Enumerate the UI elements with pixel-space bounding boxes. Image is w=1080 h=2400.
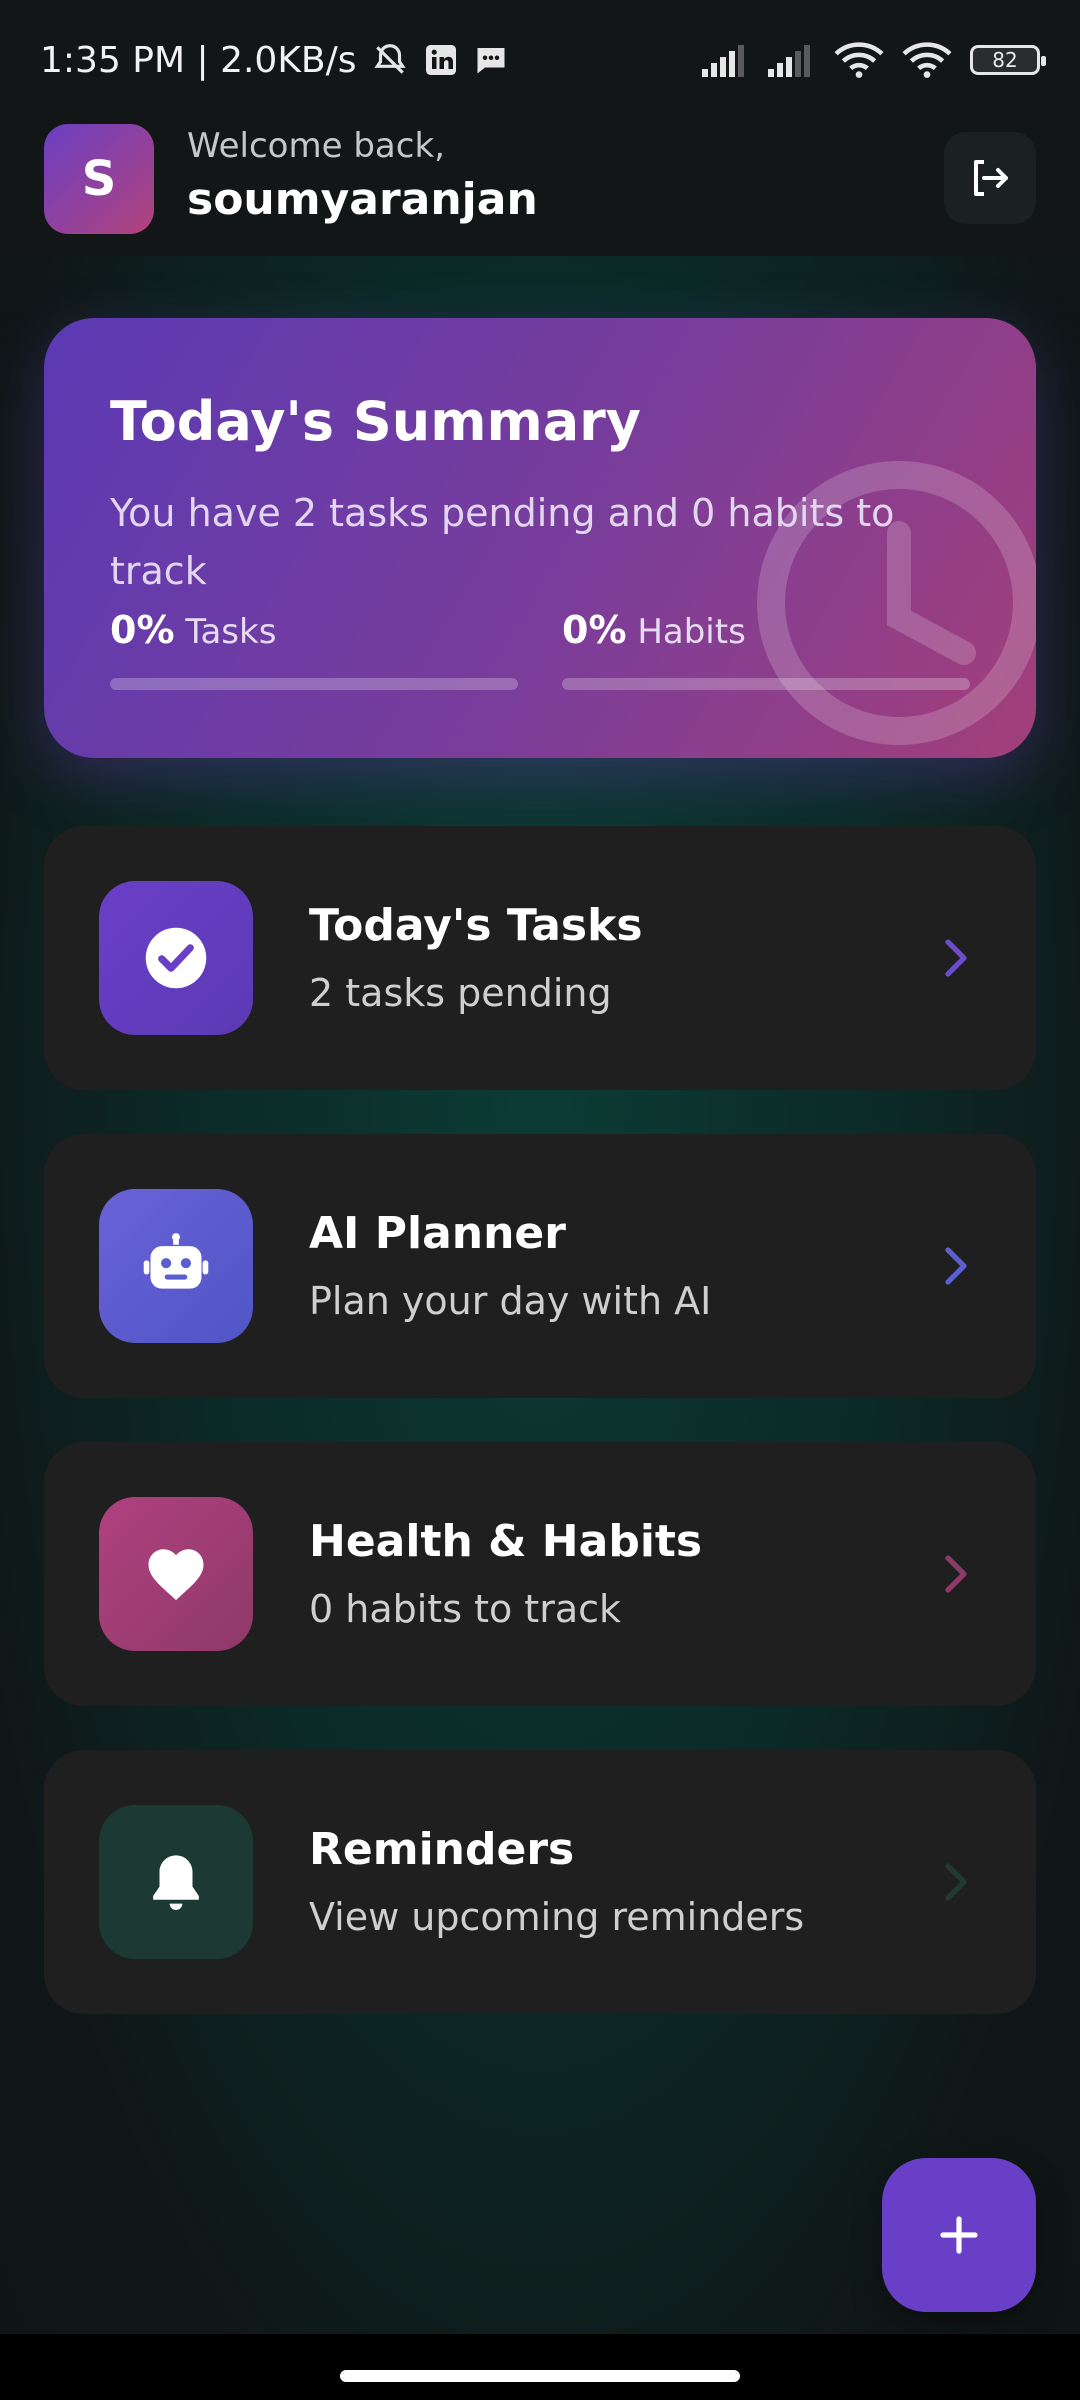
bell-icon [145, 1849, 207, 1915]
card-title: Reminders [309, 1824, 575, 1875]
battery-indicator: 82 [970, 45, 1046, 75]
welcome-text: Welcome back, [187, 126, 445, 166]
card-subtitle: Plan your day with AI [309, 1279, 712, 1323]
header: S Welcome back, soumyaranjan [0, 120, 1080, 256]
card-icon-health [99, 1497, 253, 1651]
message-icon [473, 42, 509, 78]
username: soumyaranjan [187, 174, 538, 225]
robot-icon [142, 1232, 210, 1300]
logout-icon [966, 154, 1014, 202]
tasks-label: Tasks [185, 612, 277, 652]
chevron-right-icon [936, 936, 976, 984]
summary-card: Today's Summary You have 2 tasks pending… [44, 318, 1036, 758]
chevron-right-icon [936, 1244, 976, 1292]
card-ai-planner[interactable]: AI Planner Plan your day with AI [44, 1134, 1036, 1398]
card-icon-ai-planner [99, 1189, 253, 1343]
summary-title: Today's Summary [110, 390, 642, 453]
battery-level: 82 [992, 48, 1018, 72]
habits-stat: 0% Habits [562, 608, 746, 652]
card-subtitle: View upcoming reminders [309, 1895, 805, 1939]
signal-icon-2 [768, 43, 816, 77]
status-right: 82 [702, 41, 1046, 79]
chevron-right-icon [936, 1552, 976, 1600]
card-icon-tasks [99, 881, 253, 1035]
mute-notification-icon [371, 41, 409, 79]
card-reminders[interactable]: Reminders View upcoming reminders [44, 1750, 1036, 2014]
check-circle-icon [143, 925, 209, 991]
habits-label: Habits [637, 612, 746, 652]
card-health-habits[interactable]: Health & Habits 0 habits to track [44, 1442, 1036, 1706]
add-fab-button[interactable] [882, 2158, 1036, 2312]
wifi-icon-2 [902, 41, 952, 79]
tasks-progress-bar [110, 678, 518, 690]
chevron-right-icon [936, 1860, 976, 1908]
tasks-stat: 0% Tasks [110, 608, 276, 652]
avatar[interactable]: S [44, 124, 154, 234]
system-nav-bar [0, 2334, 1080, 2400]
card-title: Health & Habits [309, 1516, 703, 1567]
card-title: Today's Tasks [309, 900, 643, 951]
summary-text: You have 2 tasks pending and 0 habits to… [110, 491, 895, 593]
heart-icon [143, 1541, 209, 1607]
avatar-letter: S [81, 151, 117, 207]
status-time: 1:35 PM | 2.0KB/s [40, 39, 357, 81]
status-bar: 1:35 PM | 2.0KB/s 82 [0, 0, 1080, 120]
habits-progress-bar [562, 678, 970, 690]
linkedin-icon [423, 42, 459, 78]
card-subtitle: 0 habits to track [309, 1587, 622, 1631]
plus-icon [935, 2211, 983, 2259]
home-indicator[interactable] [340, 2370, 740, 2382]
card-title: AI Planner [309, 1208, 566, 1259]
wifi-icon [834, 41, 884, 79]
card-subtitle: 2 tasks pending [309, 971, 612, 1015]
habits-percent: 0% [562, 608, 627, 652]
status-left: 1:35 PM | 2.0KB/s [40, 40, 509, 81]
card-icon-reminders [99, 1805, 253, 1959]
logout-button[interactable] [944, 132, 1036, 224]
tasks-percent: 0% [110, 608, 175, 652]
signal-icon [702, 43, 750, 77]
card-todays-tasks[interactable]: Today's Tasks 2 tasks pending [44, 826, 1036, 1090]
